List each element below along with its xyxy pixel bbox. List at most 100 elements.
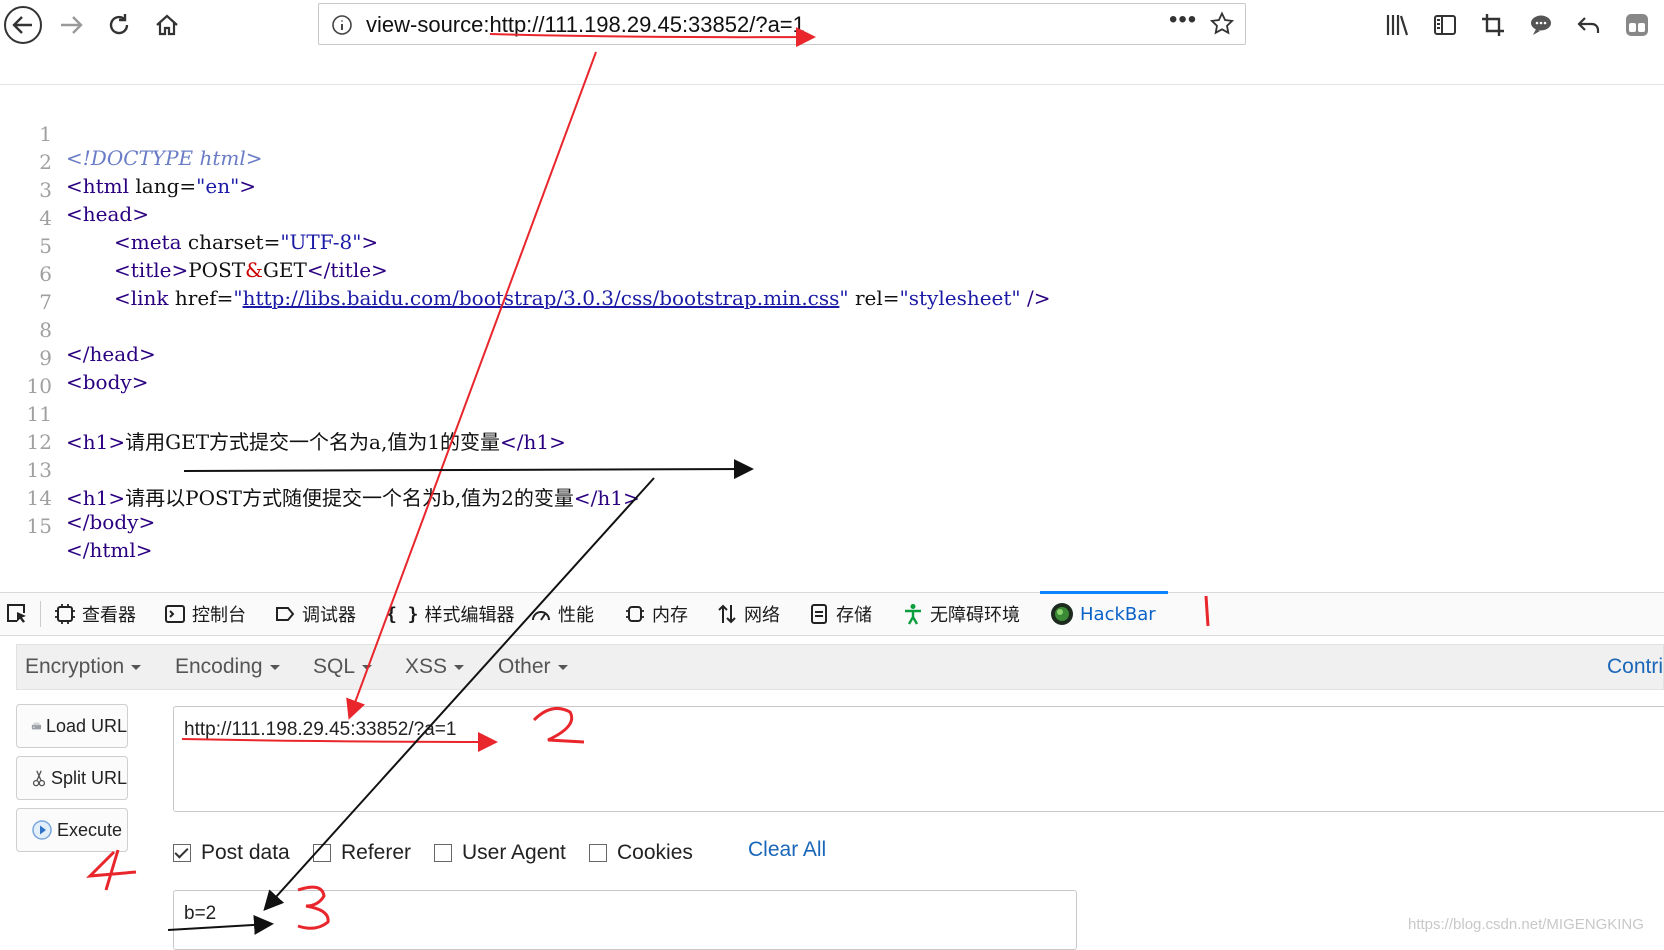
- title-text: GET: [262, 258, 307, 282]
- tag-text: <head>: [66, 202, 149, 226]
- undo-arrow-icon[interactable]: [1574, 10, 1604, 40]
- tab-memory[interactable]: 内存: [624, 593, 688, 635]
- source-line: 4 <meta charset="UTF-8">: [0, 182, 378, 254]
- contribute-link[interactable]: Contrib: [1607, 655, 1664, 679]
- checkbox[interactable]: [313, 844, 331, 862]
- tab-style-editor[interactable]: { } 样式编辑器: [386, 593, 515, 635]
- stylesheet-link[interactable]: http://libs.baidu.com/bootstrap/3.0.3/cs…: [243, 286, 840, 310]
- tag-text: />: [1020, 286, 1051, 310]
- source-line: 13 <h1>请再以POST方式随便提交一个名为b,值为2的变量</h1>: [0, 434, 640, 510]
- cookies-checkbox[interactable]: Cookies: [589, 838, 693, 868]
- tag-text: <title>: [114, 258, 189, 282]
- source-line: 1 <!DOCTYPE html>: [0, 98, 262, 170]
- caret-down-icon: [269, 664, 280, 670]
- tab-label: HackBar: [1080, 603, 1156, 625]
- caret-down-icon: [454, 664, 465, 670]
- chat-bubble-icon[interactable]: [1526, 10, 1556, 40]
- split-url-button[interactable]: Split URL: [16, 756, 128, 800]
- menu-encoding[interactable]: Encoding: [175, 655, 280, 679]
- tag-text: </head>: [66, 342, 156, 366]
- attr-text: href=: [174, 286, 234, 310]
- post-data-textarea[interactable]: b=2: [173, 890, 1077, 950]
- line-number: 15: [26, 514, 52, 538]
- h1-text: 请用GET方式提交一个名为a,值为1的变量: [125, 430, 501, 454]
- load-url-button[interactable]: Load URL: [16, 704, 128, 748]
- element-picker-button[interactable]: [4, 593, 30, 635]
- checkbox[interactable]: [589, 844, 607, 862]
- tag-text: </h1>: [573, 486, 640, 510]
- user-agent-checkbox[interactable]: User Agent: [434, 838, 566, 868]
- source-line: 3 <head>: [0, 154, 149, 226]
- caret-down-icon: [131, 664, 142, 670]
- tab-inspector[interactable]: 查看器: [54, 593, 136, 635]
- menu-encryption[interactable]: Encryption: [25, 655, 142, 679]
- value-text: ": [233, 286, 243, 310]
- tab-accessibility[interactable]: 无障碍环境: [902, 593, 1020, 635]
- caret-down-icon: [362, 664, 373, 670]
- tag-text: <h1>: [66, 486, 126, 510]
- accessibility-person-icon: [905, 604, 921, 625]
- checkbox-checked[interactable]: [173, 844, 191, 862]
- tag-text: </title>: [306, 258, 388, 282]
- watermark: https://blog.csdn.net/MIGENGKING: [1408, 916, 1644, 933]
- tab-network[interactable]: 网络: [716, 593, 780, 635]
- scissors-icon: [32, 770, 46, 787]
- home-button[interactable]: [146, 4, 188, 46]
- source-line: 10: [0, 350, 52, 398]
- menu-sql[interactable]: SQL: [313, 655, 373, 679]
- reload-icon: [109, 14, 129, 35]
- performance-gauge-icon: [532, 611, 550, 621]
- page-actions-menu[interactable]: •••: [1169, 6, 1197, 34]
- toolbar-divider: [0, 84, 1664, 85]
- source-line: 5 <title>POST&GET</title>: [0, 210, 388, 282]
- tab-storage[interactable]: 存储: [808, 593, 872, 635]
- forward-button[interactable]: [50, 4, 92, 46]
- tag-text: >: [239, 174, 257, 198]
- browser-toolbar: view-source:http://111.198.29.45:33852/?…: [0, 0, 1664, 50]
- library-icon[interactable]: [1382, 10, 1412, 40]
- doctype-text: <!DOCTYPE html>: [66, 146, 263, 170]
- tab-hackbar[interactable]: HackBar: [1050, 593, 1156, 635]
- title-text: POST: [188, 258, 246, 282]
- devtools-tab-bar: 查看器 控制台 调试器 { } 样式编辑器 性能 内存 网络 存储 无障碍环境 …: [0, 593, 1664, 636]
- tag-text: </body>: [66, 510, 156, 534]
- execute-button[interactable]: Execute: [16, 808, 128, 852]
- url-textarea-value: http://111.198.29.45:33852/?a=1: [184, 719, 457, 740]
- tab-divider: [40, 601, 41, 627]
- address-bar[interactable]: view-source:http://111.198.29.45:33852/?…: [318, 3, 1246, 45]
- info-icon[interactable]: [331, 14, 353, 40]
- load-url-icon: [31, 722, 42, 730]
- tab-debugger[interactable]: 调试器: [274, 593, 356, 635]
- source-line: 8 </head>: [0, 294, 155, 366]
- sidebar-icon[interactable]: [1430, 10, 1460, 40]
- element-picker-icon: [7, 604, 26, 623]
- bookmark-star-icon[interactable]: [1209, 11, 1235, 41]
- screenshot-crop-icon[interactable]: [1478, 10, 1508, 40]
- checkbox[interactable]: [434, 844, 452, 862]
- tab-label: 网络: [744, 605, 780, 626]
- memory-chip-icon: [626, 606, 644, 622]
- source-line: 14 </body>: [0, 462, 156, 534]
- url-textarea[interactable]: http://111.198.29.45:33852/?a=1: [173, 706, 1664, 812]
- tab-label: 性能: [558, 605, 594, 626]
- clear-all-link[interactable]: Clear All: [748, 838, 826, 862]
- extension-icon[interactable]: [1622, 10, 1652, 40]
- tab-performance[interactable]: 性能: [530, 593, 594, 635]
- tab-label: 内存: [652, 605, 688, 626]
- value-text: "UTF-8": [280, 230, 362, 254]
- reload-button[interactable]: [98, 4, 140, 46]
- tab-console[interactable]: 控制台: [164, 593, 246, 635]
- active-tab-indicator: [1040, 591, 1168, 594]
- post-data-checkbox[interactable]: Post data: [173, 838, 290, 868]
- referer-checkbox[interactable]: Referer: [313, 838, 411, 868]
- network-arrows-icon: [718, 604, 736, 624]
- menu-xss[interactable]: XSS: [405, 655, 465, 679]
- source-line: 11 <h1>请用GET方式提交一个名为a,值为1的变量</h1>: [0, 378, 566, 454]
- menu-other[interactable]: Other: [498, 655, 568, 679]
- forward-arrow-icon: [61, 16, 83, 34]
- tab-label: 样式编辑器: [424, 605, 515, 626]
- storage-icon: [811, 604, 827, 624]
- red-digit-4: [86, 849, 137, 891]
- back-button[interactable]: [2, 4, 44, 46]
- console-icon: [165, 605, 185, 623]
